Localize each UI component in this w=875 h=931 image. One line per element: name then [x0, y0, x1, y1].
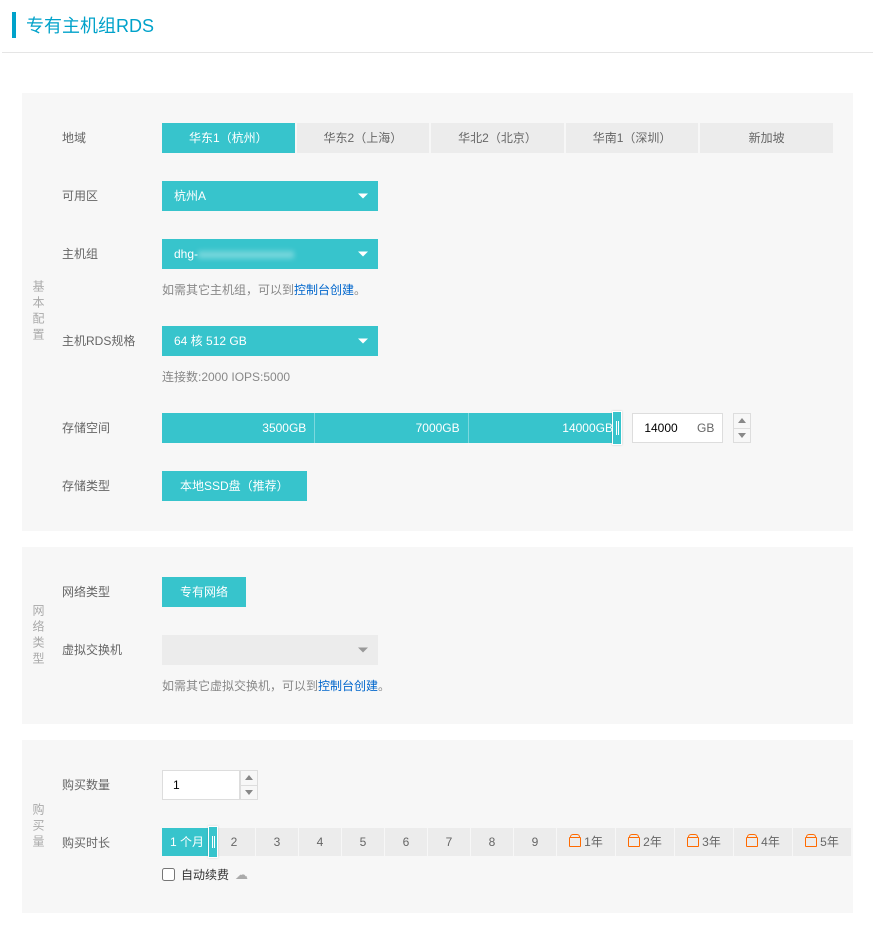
storage-input-wrap: GB	[632, 413, 723, 443]
duration-m4[interactable]: 4	[299, 828, 341, 856]
storage-input[interactable]	[633, 414, 689, 442]
label-region: 地域	[62, 123, 162, 146]
gift-icon	[628, 837, 640, 847]
qty-down-button[interactable]	[241, 786, 257, 800]
page-title: 专有主机组RDS	[26, 12, 873, 38]
row-storage-type: 存储类型 本地SSD盘（推荐）	[62, 471, 833, 501]
row-hostgroup: 主机组 dhg-xxxxxxxxxxxxxxxx 如需其它主机组，可以到控制台创…	[62, 239, 833, 298]
cloud-icon: ☁	[235, 867, 248, 883]
chevron-down-icon	[358, 339, 368, 344]
spec-sub: 连接数:2000 IOPS:5000	[162, 368, 833, 385]
region-tab-3[interactable]: 华南1（深圳）	[566, 123, 699, 153]
label-vswitch: 虚拟交换机	[62, 635, 162, 658]
nettype-pill[interactable]: 专有网络	[162, 577, 246, 607]
storage-slider-handle[interactable]	[612, 411, 622, 445]
spec-select[interactable]: 64 核 512 GB	[162, 326, 378, 356]
panel-label-network: 网络类型	[30, 604, 47, 668]
duration-m9[interactable]: 9	[514, 828, 556, 856]
storage-type-pill[interactable]: 本地SSD盘（推荐）	[162, 471, 307, 501]
row-zone: 可用区 杭州A	[62, 181, 833, 211]
chevron-down-icon	[358, 252, 368, 257]
duration-y5[interactable]: 5年	[793, 828, 851, 856]
region-tabs: 华东1（杭州） 华东2（上海） 华北2（北京） 华南1（深圳） 新加坡	[162, 123, 833, 153]
storage-up-button[interactable]	[734, 414, 750, 429]
caret-down-icon	[245, 790, 253, 795]
spec-value: 64 核 512 GB	[174, 334, 247, 348]
duration-bar: 1 个月 2 3 4 5 6 7 8 9 1年 2年 3年 4年	[162, 828, 851, 856]
storage-unit: GB	[689, 421, 722, 435]
region-tab-1[interactable]: 华东2（上海）	[297, 123, 430, 153]
qty-wrap	[162, 770, 258, 800]
storage-tick-0: 3500GB	[162, 413, 315, 443]
vswitch-select[interactable]	[162, 635, 378, 665]
duration-m8[interactable]: 8	[471, 828, 513, 856]
row-qty: 购买数量	[62, 770, 833, 800]
label-zone: 可用区	[62, 181, 162, 204]
chevron-down-icon	[358, 194, 368, 199]
qty-input[interactable]	[162, 770, 240, 800]
label-storage-type: 存储类型	[62, 471, 162, 494]
duration-m3[interactable]: 3	[256, 828, 298, 856]
row-spec: 主机RDS规格 64 核 512 GB 连接数:2000 IOPS:5000	[62, 326, 833, 385]
duration-m7[interactable]: 7	[428, 828, 470, 856]
storage-down-button[interactable]	[734, 429, 750, 443]
label-nettype: 网络类型	[62, 577, 162, 600]
region-tab-4[interactable]: 新加坡	[700, 123, 833, 153]
label-qty: 购买数量	[62, 770, 162, 793]
row-region: 地域 华东1（杭州） 华东2（上海） 华北2（北京） 华南1（深圳） 新加坡	[62, 123, 833, 153]
chevron-down-icon	[358, 648, 368, 653]
region-tab-2[interactable]: 华北2（北京）	[431, 123, 564, 153]
auto-renew[interactable]: 自动续费 ☁	[162, 866, 851, 883]
panel-label-purchase: 购买量	[30, 803, 47, 851]
panel-basic: 基本配置 地域 华东1（杭州） 华东2（上海） 华北2（北京） 华南1（深圳） …	[22, 93, 853, 531]
caret-up-icon	[738, 418, 746, 423]
storage-slider[interactable]: 3500GB 7000GB 14000GB	[162, 413, 622, 443]
auto-renew-label: 自动续费	[181, 866, 229, 883]
duration-y1[interactable]: 1年	[557, 828, 615, 856]
storage-tick-2: 14000GB	[469, 413, 622, 443]
duration-y2[interactable]: 2年	[616, 828, 674, 856]
gift-icon	[746, 837, 758, 847]
vswitch-hint: 如需其它虚拟交换机，可以到控制台创建。	[162, 677, 833, 694]
label-duration: 购买时长	[62, 828, 162, 851]
auto-renew-checkbox[interactable]	[162, 868, 175, 881]
hostgroup-value: dhg-xxxxxxxxxxxxxxxx	[174, 247, 294, 261]
duration-y4[interactable]: 4年	[734, 828, 792, 856]
storage-tick-1: 7000GB	[315, 413, 468, 443]
zone-value: 杭州A	[174, 189, 206, 203]
page-header: 专有主机组RDS	[12, 12, 873, 38]
hostgroup-hint: 如需其它主机组，可以到控制台创建。	[162, 281, 833, 298]
panel-label-basic: 基本配置	[30, 280, 47, 344]
duration-active[interactable]: 1 个月	[162, 828, 212, 856]
caret-up-icon	[245, 775, 253, 780]
hostgroup-console-link[interactable]: 控制台创建	[294, 283, 354, 297]
duration-handle[interactable]	[208, 826, 218, 858]
hostgroup-select[interactable]: dhg-xxxxxxxxxxxxxxxx	[162, 239, 378, 269]
panel-network: 网络类型 网络类型 专有网络 虚拟交换机 如需其它虚拟交换机，可以到控制台创建。	[22, 547, 853, 724]
duration-m6[interactable]: 6	[385, 828, 427, 856]
qty-up-button[interactable]	[241, 771, 257, 786]
duration-m5[interactable]: 5	[342, 828, 384, 856]
row-nettype: 网络类型 专有网络	[62, 577, 833, 607]
vswitch-console-link[interactable]: 控制台创建	[318, 679, 378, 693]
label-hostgroup: 主机组	[62, 239, 162, 262]
gift-icon	[687, 837, 699, 847]
gift-icon	[805, 837, 817, 847]
row-storage: 存储空间 3500GB 7000GB 14000GB GB	[62, 413, 833, 443]
row-duration: 购买时长 1 个月 2 3 4 5 6 7 8 9 1	[62, 828, 833, 883]
storage-spinner	[733, 413, 751, 443]
caret-down-icon	[738, 433, 746, 438]
gift-icon	[569, 837, 581, 847]
zone-select[interactable]: 杭州A	[162, 181, 378, 211]
qty-spinner	[240, 770, 258, 800]
panel-purchase: 购买量 购买数量 购买时长	[22, 740, 853, 913]
label-spec: 主机RDS规格	[62, 326, 162, 349]
duration-m2[interactable]: 2	[213, 828, 255, 856]
label-storage: 存储空间	[62, 413, 162, 436]
row-vswitch: 虚拟交换机 如需其它虚拟交换机，可以到控制台创建。	[62, 635, 833, 694]
region-tab-0[interactable]: 华东1（杭州）	[162, 123, 295, 153]
duration-y3[interactable]: 3年	[675, 828, 733, 856]
